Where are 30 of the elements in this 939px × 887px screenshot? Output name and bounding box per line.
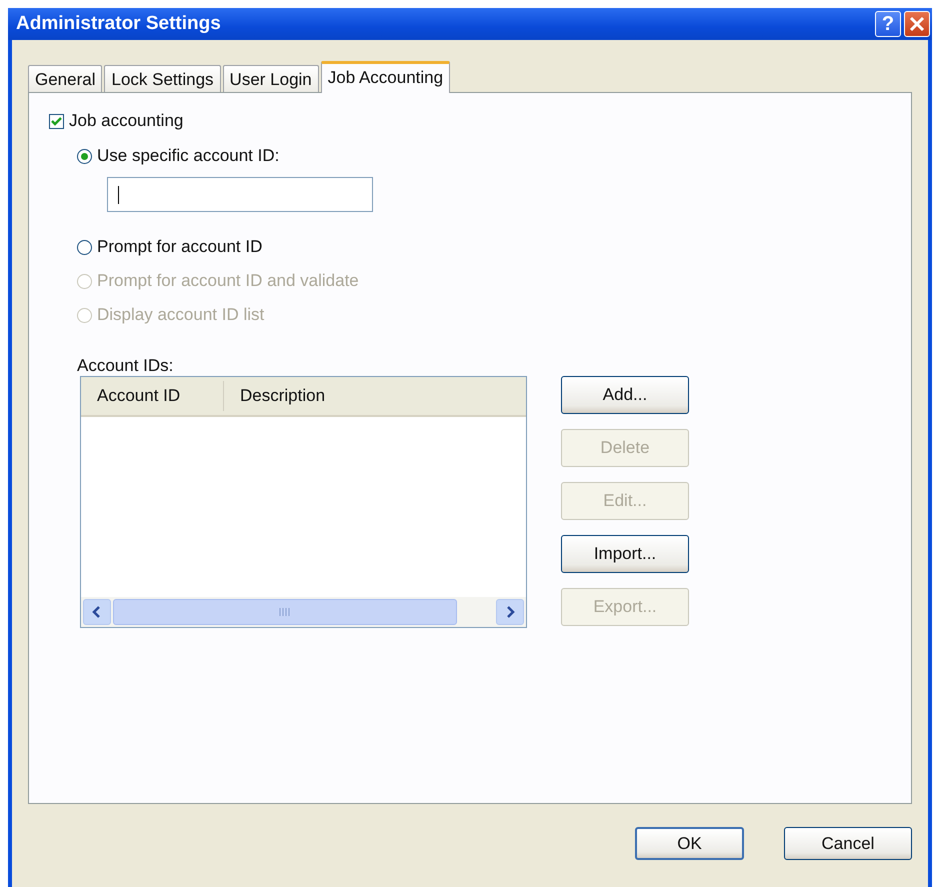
dialog-button[interactable]: Cancel [784,827,912,860]
scroll-right-button[interactable] [496,599,524,625]
scroll-left-button[interactable] [83,599,111,625]
list-action-button[interactable]: Add... [561,376,689,414]
account-list[interactable]: Account ID Description [80,376,527,628]
tab[interactable]: Lock Settings [104,65,221,92]
dialog-button[interactable]: OK [635,827,744,860]
column-header[interactable]: Description [224,381,342,411]
tab[interactable]: General [28,65,102,92]
account-id-input[interactable] [107,177,373,212]
horizontal-scrollbar[interactable] [81,597,526,627]
window-title: Administrator Settings [15,13,221,35]
radio-label: Use specific account ID: [97,146,280,166]
radio-button[interactable] [77,240,92,254]
checkbox[interactable] [49,114,64,128]
scroll-thumb[interactable] [113,599,457,625]
help-button[interactable]: ? [875,11,901,37]
radio-button[interactable] [77,148,92,164]
close-icon [908,15,926,33]
column-header[interactable]: Account ID [81,381,224,411]
radio-label: Prompt for account ID [97,237,262,257]
list-action-button[interactable]: Import... [561,535,689,573]
checkbox-label: Job accounting [69,111,184,131]
grip-icon [279,607,291,617]
radio-label: Display account ID list [97,305,264,325]
radio-label: Prompt for account ID and validate [97,271,359,291]
list-label: Account IDs: [77,356,174,376]
tab[interactable]: User Login [222,65,319,92]
tab[interactable]: Job Accounting [320,61,450,93]
close-button[interactable] [904,11,930,37]
